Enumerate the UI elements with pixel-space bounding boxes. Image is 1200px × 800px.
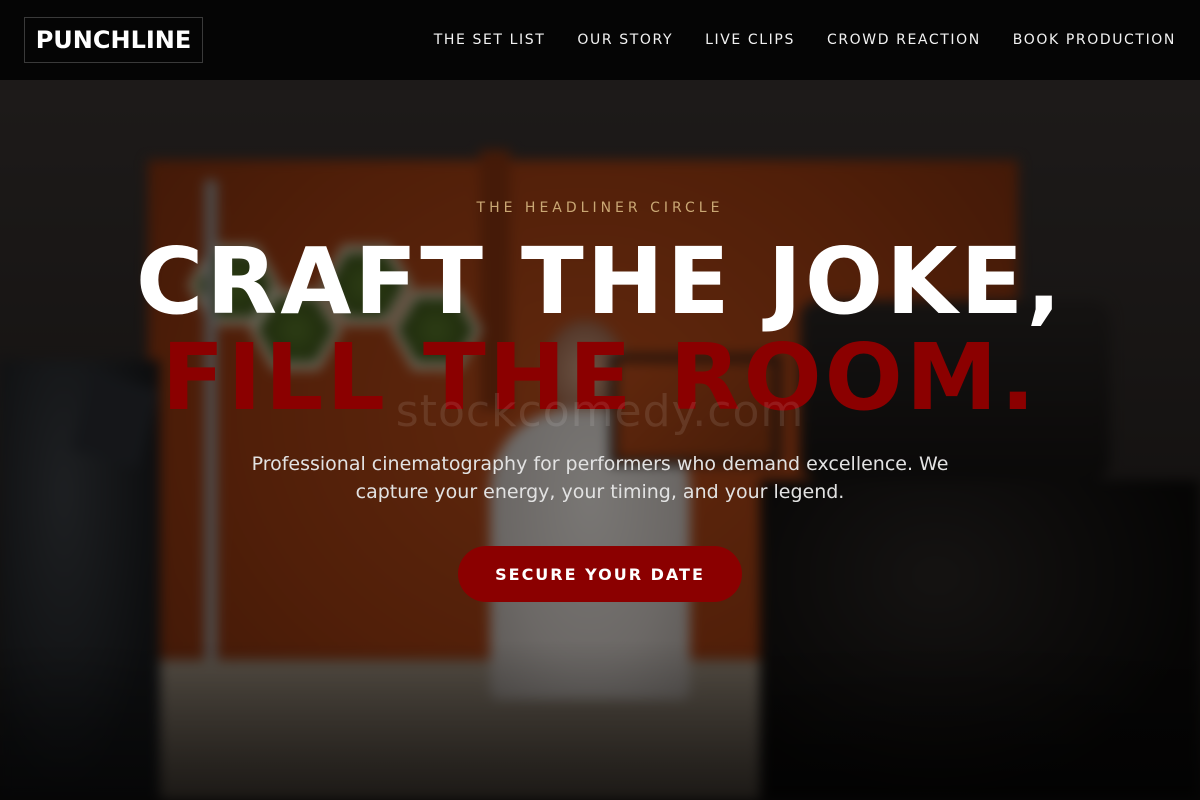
- nav-item-crowd-reaction[interactable]: CROWD REACTION: [827, 32, 981, 48]
- secure-date-button[interactable]: SECURE YOUR DATE: [458, 546, 742, 602]
- site-header: PUNCHLINE THE SET LIST OUR STORY LIVE CL…: [0, 0, 1200, 80]
- nav-item-book-production[interactable]: BOOK PRODUCTION: [1013, 32, 1176, 48]
- nav-item-live-clips[interactable]: LIVE CLIPS: [705, 32, 795, 48]
- hero-content: THE HEADLINER CIRCLE CRAFT THE JOKE, FIL…: [0, 80, 1200, 800]
- watermark: stockcomedy.com: [395, 386, 805, 437]
- hero-subtitle: Professional cinematography for performe…: [251, 453, 949, 503]
- hero-headline-line1: CRAFT THE JOKE,: [135, 228, 1065, 335]
- nav-item-set-list[interactable]: THE SET LIST: [434, 32, 546, 48]
- main-nav: THE SET LIST OUR STORY LIVE CLIPS CROWD …: [434, 0, 1176, 80]
- nav-item-our-story[interactable]: OUR STORY: [577, 32, 673, 48]
- logo[interactable]: PUNCHLINE: [24, 17, 203, 63]
- hero-eyebrow: THE HEADLINER CIRCLE: [476, 200, 724, 216]
